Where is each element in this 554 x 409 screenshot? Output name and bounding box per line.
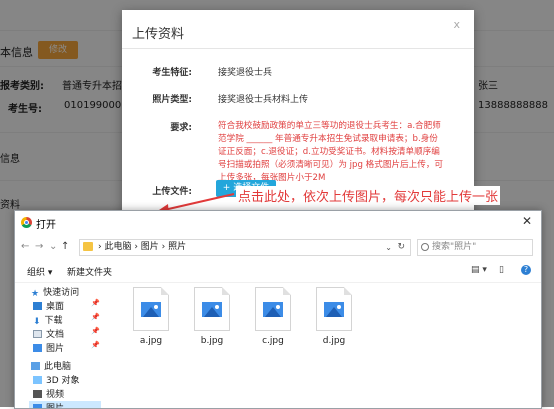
- new-folder-button[interactable]: 新建文件夹: [67, 265, 112, 278]
- divider: [122, 48, 474, 49]
- sidebar-item-downloads[interactable]: ⬇ 下载: [33, 313, 63, 327]
- search-input[interactable]: 搜索"照片": [417, 239, 533, 256]
- back-arrow-icon[interactable]: ←: [21, 241, 29, 252]
- organize-menu[interactable]: 组织 ▾: [27, 265, 52, 278]
- address-bar[interactable]: › 此电脑 › 图片 › 照片 ⌄ ↻: [79, 239, 411, 256]
- pictures-icon: [33, 344, 42, 352]
- modal-title: 上传资料: [132, 27, 185, 42]
- dialog-titlebar: 打开 ✕: [15, 211, 541, 235]
- sidebar-item-label: 桌面: [46, 302, 65, 312]
- up-arrow-icon[interactable]: ↑: [61, 241, 69, 252]
- dialog-toolbar: 组织 ▾ 新建文件夹 ▤ ▾ ▯ ?: [15, 260, 541, 283]
- help-icon[interactable]: ?: [521, 265, 531, 275]
- pin-icon[interactable]: 📌: [91, 313, 100, 321]
- sidebar-item-label: 文档: [46, 330, 65, 340]
- image-file-icon: [316, 287, 352, 331]
- requirement-label: 要求:: [170, 123, 192, 133]
- cube-icon: [33, 376, 42, 384]
- forward-arrow-icon[interactable]: →: [35, 241, 43, 252]
- pin-icon[interactable]: 📌: [91, 327, 100, 335]
- sidebar-item-label: 下载: [44, 316, 63, 326]
- image-file-icon: [255, 287, 291, 331]
- search-placeholder: 搜索"照片": [432, 242, 477, 252]
- file-item[interactable]: c.jpg: [243, 283, 303, 363]
- sidebar-item-3d-objects[interactable]: 3D 对象: [33, 373, 80, 386]
- file-name: a.jpg: [139, 336, 163, 346]
- sidebar-item-this-pc[interactable]: 此电脑: [31, 359, 72, 372]
- close-icon[interactable]: ✕: [522, 214, 532, 228]
- close-icon[interactable]: x: [453, 18, 460, 31]
- view-options-icon[interactable]: ▤ ▾: [471, 265, 487, 275]
- file-open-dialog: 打开 ✕ ← → ⌄ ↑ › 此电脑 › 图片 › 照片 ⌄ ↻ 搜索"照片" …: [14, 210, 542, 409]
- computer-icon: [31, 362, 40, 370]
- navigation-pane: ★ 快速访问 桌面 📌 ⬇ 下载 📌 文档 📌 图片 📌 此电脑 3D 对象 视频 …: [15, 283, 101, 408]
- star-icon: ★: [31, 289, 40, 299]
- sidebar-item-pictures-pc[interactable]: 图片: [33, 401, 64, 408]
- sidebar-item-quick-access[interactable]: ★ 快速访问: [31, 285, 80, 299]
- image-file-icon: [133, 287, 169, 331]
- file-name: b.jpg: [200, 336, 224, 346]
- sidebar-item-pictures[interactable]: 图片: [33, 341, 65, 354]
- sidebar-item-videos[interactable]: 视频: [33, 387, 65, 400]
- search-icon: [421, 243, 429, 251]
- sidebar-item-label: 图片: [46, 344, 65, 354]
- breadcrumb[interactable]: › 此电脑 › 图片 › 照片: [98, 240, 186, 255]
- file-name: d.jpg: [322, 336, 346, 346]
- folder-icon: [83, 242, 93, 251]
- feature-value: 接奖退役士兵: [218, 68, 273, 78]
- download-icon: ⬇: [33, 317, 41, 327]
- sidebar-item-desktop[interactable]: 桌面: [33, 299, 65, 312]
- feature-label: 考生特征:: [152, 68, 192, 78]
- chrome-icon: [21, 217, 32, 228]
- sidebar-item-label: 视频: [46, 390, 65, 400]
- preview-pane-icon[interactable]: ▯: [499, 265, 504, 275]
- chevron-down-icon[interactable]: ⌄: [385, 240, 392, 255]
- video-icon: [33, 390, 42, 398]
- dialog-title: 打开: [36, 220, 56, 231]
- sidebar-item-documents[interactable]: 文档: [33, 327, 65, 340]
- pin-icon[interactable]: 📌: [91, 341, 100, 349]
- file-list: a.jpg b.jpg c.jpg d.jpg: [111, 283, 541, 408]
- file-item[interactable]: b.jpg: [182, 283, 242, 363]
- sidebar-item-label: 3D 对象: [46, 376, 80, 386]
- navigation-bar: ← → ⌄ ↑ › 此电脑 › 图片 › 照片 ⌄ ↻ 搜索"照片": [15, 236, 541, 260]
- sidebar-item-label: 快速访问: [43, 288, 80, 298]
- document-icon: [33, 330, 42, 338]
- file-item[interactable]: d.jpg: [304, 283, 364, 363]
- annotation-text: 点击此处，依次上传图片，每次只能上传一张: [236, 186, 501, 205]
- image-file-icon: [194, 287, 230, 331]
- photo-type-value: 接奖退役士兵材料上传: [218, 95, 309, 105]
- file-item[interactable]: a.jpg: [121, 283, 181, 363]
- desktop-icon: [33, 302, 42, 310]
- file-name: c.jpg: [262, 336, 284, 346]
- refresh-icon[interactable]: ↻: [397, 240, 405, 255]
- requirement-text: 符合我校鼓励政策的单立三等功的退役士兵考生：a.合肥师范学院 ______ 年普…: [218, 121, 444, 183]
- chevron-down-icon[interactable]: ⌄: [49, 241, 57, 252]
- pin-icon[interactable]: 📌: [91, 299, 100, 307]
- sidebar-item-label: 此电脑: [44, 362, 72, 372]
- photo-type-label: 照片类型:: [152, 95, 192, 105]
